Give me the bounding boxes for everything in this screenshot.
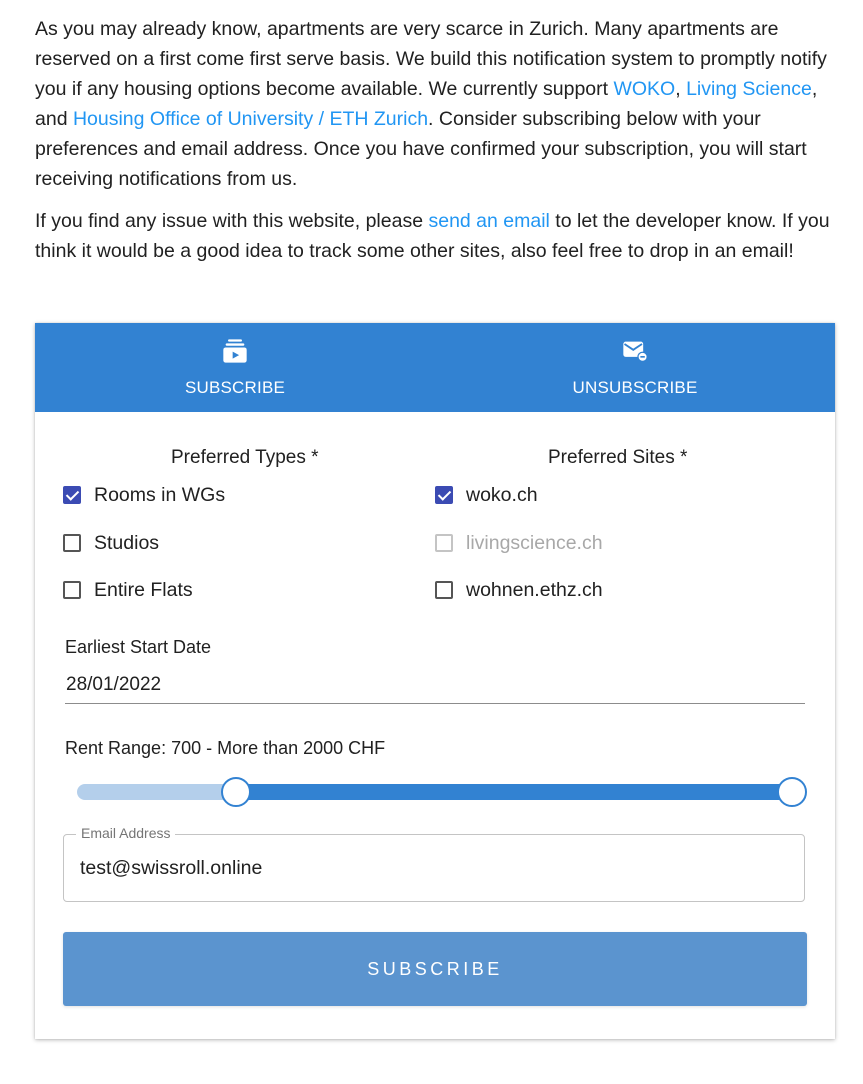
site-option-wohnen-ethz[interactable]: wohnen.ethz.ch	[435, 575, 603, 605]
site-option-label: woko.ch	[466, 483, 538, 506]
checkbox[interactable]	[435, 486, 453, 504]
unsubscribe-mail-icon	[623, 341, 648, 363]
site-option-woko[interactable]: woko.ch	[435, 480, 538, 510]
type-option-label: Entire Flats	[94, 578, 193, 601]
subscribe-button[interactable]: SUBSCRIBE	[63, 932, 807, 1006]
preferred-types-title: Preferred Types *	[171, 447, 319, 468]
checkbox[interactable]	[435, 581, 453, 599]
start-date-label: Earliest Start Date	[65, 637, 212, 657]
slider-thumb-max[interactable]	[777, 777, 807, 807]
type-option-studios[interactable]: Studios	[63, 528, 159, 558]
checkbox	[435, 534, 453, 552]
type-option-entire-flats[interactable]: Entire Flats	[63, 575, 193, 605]
intro-text-segment: ,	[675, 78, 687, 100]
site-option-label: livingscience.ch	[466, 531, 603, 554]
tab-subscribe[interactable]: SUBSCRIBE	[35, 323, 435, 412]
checkbox[interactable]	[63, 534, 81, 552]
rent-range-slider[interactable]	[77, 777, 807, 807]
intro-text: As you may already know, apartments are …	[35, 14, 835, 278]
email-field-label: Email Address	[76, 825, 176, 841]
type-option-label: Studios	[94, 531, 160, 554]
intro-paragraph-2: If you find any issue with this website,…	[35, 206, 835, 266]
type-option-label: Rooms in WGs	[94, 483, 226, 506]
preferred-sites-title: Preferred Sites *	[548, 447, 688, 468]
tab-subscribe-label: SUBSCRIBE	[184, 378, 286, 397]
tab-unsubscribe[interactable]: UNSUBSCRIBE	[435, 323, 835, 412]
intro-paragraph-1: As you may already know, apartments are …	[35, 14, 835, 194]
checkbox[interactable]	[63, 486, 81, 504]
checkbox[interactable]	[63, 581, 81, 599]
tab-bar: SUBSCRIBE UNSUBSCRIBE	[35, 323, 835, 412]
type-option-rooms[interactable]: Rooms in WGs	[63, 480, 225, 510]
housing-office-link[interactable]: Housing Office of University / ETH Zuric…	[73, 108, 428, 130]
living-science-link[interactable]: Living Science	[686, 78, 812, 100]
tab-unsubscribe-label: UNSUBSCRIBE	[572, 378, 698, 397]
email-field: Email Address	[63, 825, 805, 902]
slider-thumb-min[interactable]	[221, 777, 252, 807]
site-option-livingscience: livingscience.ch	[435, 528, 603, 558]
intro-text-segment: If you find any issue with this website,…	[35, 210, 429, 232]
start-date-input[interactable]	[65, 667, 805, 704]
woko-link[interactable]: WOKO	[613, 78, 675, 100]
send-email-link[interactable]: send an email	[428, 210, 549, 232]
subscriptions-icon	[223, 339, 247, 363]
site-option-label: wohnen.ethz.ch	[466, 578, 603, 601]
rent-range-label: Rent Range: 700 - More than 2000 CHF	[65, 738, 386, 758]
slider-track	[236, 784, 792, 800]
subscription-card: SUBSCRIBE UNSUBSCRIBE Preferred Types * …	[35, 323, 835, 1039]
email-input[interactable]	[80, 853, 780, 883]
